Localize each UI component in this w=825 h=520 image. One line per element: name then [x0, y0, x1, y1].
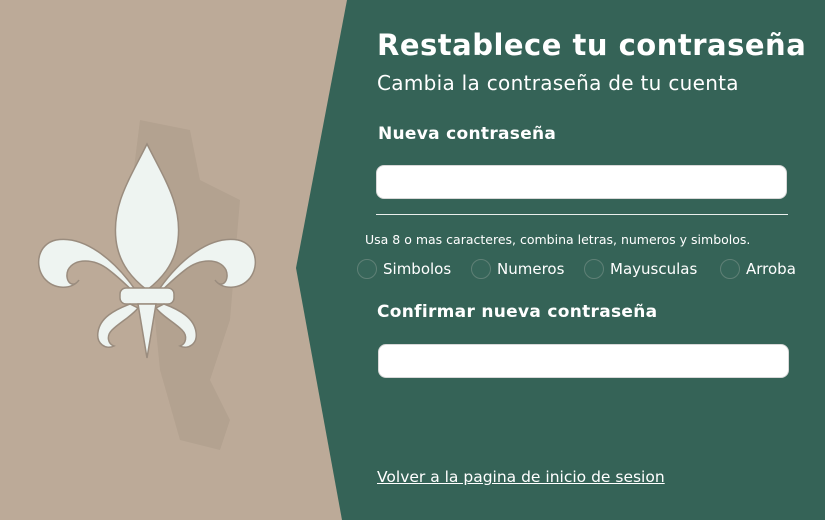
requirement-simbolos: Simbolos: [357, 258, 451, 280]
page: Restablece tu contraseña Cambia la contr…: [0, 0, 825, 520]
requirement-numeros: Numeros: [471, 258, 564, 280]
divider: [376, 214, 788, 215]
password-hint: Usa 8 o mas caracteres, combina letras, …: [365, 232, 751, 247]
requirement-indicator-icon: [584, 259, 604, 279]
confirm-password-label: Confirmar nueva contraseña: [377, 302, 658, 322]
requirement-label: Mayusculas: [610, 260, 698, 278]
requirement-arroba: Arroba: [720, 258, 796, 280]
requirement-label: Numeros: [497, 260, 565, 278]
requirement-label: Arroba: [746, 260, 796, 278]
back-to-login-link[interactable]: Volver a la pagina de inicio de sesion: [377, 468, 665, 486]
new-password-input[interactable]: [376, 165, 787, 199]
confirm-password-input[interactable]: [378, 344, 789, 378]
new-password-label: Nueva contraseña: [378, 124, 557, 144]
page-title: Restablece tu contraseña: [377, 28, 807, 62]
page-subtitle: Cambia la contraseña de tu cuenta: [377, 71, 739, 95]
requirement-label: Simbolos: [383, 260, 452, 278]
requirement-indicator-icon: [471, 259, 491, 279]
requirement-indicator-icon: [357, 259, 377, 279]
requirement-mayusculas: Mayusculas: [584, 258, 697, 280]
reset-password-form: Restablece tu contraseña Cambia la contr…: [0, 0, 825, 520]
requirement-indicator-icon: [720, 259, 740, 279]
